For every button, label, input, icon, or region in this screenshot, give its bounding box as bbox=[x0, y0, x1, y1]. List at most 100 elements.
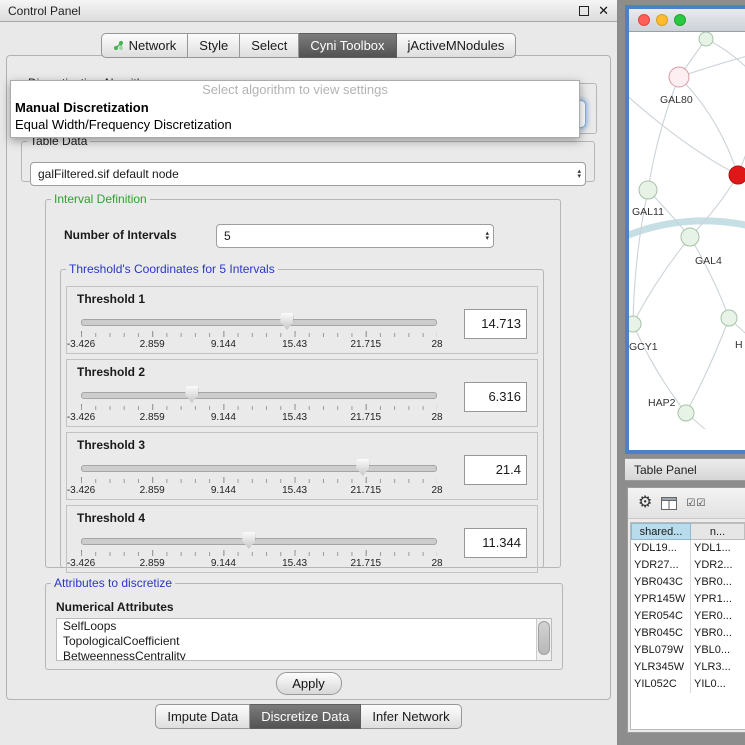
threshold-slider[interactable] bbox=[81, 315, 437, 329]
slider-thumb-icon[interactable] bbox=[242, 532, 255, 549]
network-node-label: GAL80 bbox=[660, 94, 693, 106]
apply-button[interactable]: Apply bbox=[276, 672, 342, 695]
tab-discretize-data[interactable]: Discretize Data bbox=[250, 704, 361, 729]
algorithm-option-equal-width-frequency-discretization[interactable]: Equal Width/Frequency Discretization bbox=[11, 116, 579, 133]
threshold-value-field[interactable]: 14.713 bbox=[464, 309, 527, 339]
column-header-name[interactable]: n... bbox=[691, 523, 745, 540]
scale-tick-label: 28 bbox=[431, 485, 442, 496]
attribute-item-selfloops[interactable]: SelfLoops bbox=[57, 619, 551, 634]
slider-thumb-icon[interactable] bbox=[280, 313, 293, 330]
tab-jactivemnodules[interactable]: jActiveMNodules bbox=[397, 33, 517, 58]
close-icon[interactable]: ✕ bbox=[598, 3, 609, 19]
table-cell: YBL0... bbox=[691, 642, 745, 659]
tab-infer-network[interactable]: Infer Network bbox=[361, 704, 461, 729]
node-table[interactable]: shared...n...YDL19...YDL1...YDR27...YDR2… bbox=[630, 522, 745, 730]
algorithm-option-manual-discretization[interactable]: Manual Discretization bbox=[11, 99, 579, 116]
table-row[interactable]: YER054CYER0... bbox=[631, 608, 745, 625]
slider-thumb-icon[interactable] bbox=[356, 459, 369, 476]
table-cell: YIL052C bbox=[631, 676, 691, 693]
stepper-icon: ▴ ▾ bbox=[485, 231, 489, 241]
thresholds-group: Threshold's Coordinates for 5 Intervals … bbox=[60, 262, 544, 568]
table-cell: YDL1... bbox=[691, 540, 745, 557]
control-panel-titlebar[interactable]: Control Panel ✕ bbox=[0, 0, 617, 22]
threshold-value-field[interactable]: 6.316 bbox=[464, 382, 527, 412]
table-row[interactable]: YBL079WYBL0... bbox=[631, 642, 745, 659]
table-row[interactable]: YLR345WYLR3... bbox=[631, 659, 745, 676]
network-node-label: GCY1 bbox=[629, 341, 658, 353]
threshold-slider[interactable] bbox=[81, 534, 437, 548]
table-data-select[interactable]: galFiltered.sif default node ▴ ▾ bbox=[30, 162, 586, 186]
interval-definition-label: Interval Definition bbox=[51, 192, 150, 206]
window-minimize-traffic-light-icon[interactable] bbox=[656, 14, 668, 26]
list-scrollbar[interactable] bbox=[536, 619, 551, 660]
table-cell: YIL0... bbox=[691, 676, 745, 693]
gear-icon[interactable]: ⚙ bbox=[638, 495, 652, 511]
table-row[interactable]: YBR043CYBR0... bbox=[631, 574, 745, 591]
table-cell: YDR27... bbox=[631, 557, 691, 574]
tab-network-label: Network bbox=[129, 38, 177, 53]
threshold-rows: Threshold 1-3.4262.8599.14415.4321.71528… bbox=[66, 286, 538, 578]
tab-select[interactable]: Select bbox=[240, 33, 299, 58]
table-cell: YLR3... bbox=[691, 659, 745, 676]
select-columns-icon[interactable]: ☑☑ bbox=[686, 498, 706, 509]
column-header-shared-name[interactable]: shared... bbox=[631, 523, 691, 540]
scale-tick-label: 15.43 bbox=[282, 339, 307, 350]
network-node[interactable] bbox=[699, 32, 713, 46]
threshold-row-4: Threshold 4-3.4262.8599.14415.4321.71528… bbox=[66, 505, 538, 573]
tab-style[interactable]: Style bbox=[188, 33, 240, 58]
threshold-value-field[interactable]: 21.4 bbox=[464, 455, 527, 485]
tab-impute-data[interactable]: Impute Data bbox=[155, 704, 250, 729]
network-node-gal4[interactable] bbox=[681, 228, 699, 246]
application-root: Control Panel ✕ Network StyleSelectCyni T… bbox=[0, 0, 745, 745]
float-window-icon[interactable] bbox=[579, 6, 589, 16]
table-row[interactable]: YDR27...YDR2... bbox=[631, 557, 745, 574]
network-node-hap2[interactable] bbox=[678, 405, 694, 421]
slider-scale: -3.4262.8599.14415.4321.71528 bbox=[81, 412, 437, 423]
tab-impute-data-label: Impute Data bbox=[167, 709, 238, 724]
slider-thumb-icon[interactable] bbox=[185, 386, 198, 403]
table-cell: YLR345W bbox=[631, 659, 691, 676]
network-node-gal11[interactable] bbox=[639, 181, 657, 199]
scale-tick-label: 9.144 bbox=[211, 339, 236, 350]
tab-cyni-toolbox[interactable]: Cyni Toolbox bbox=[299, 33, 396, 58]
network-tab-icon bbox=[113, 40, 124, 51]
threshold-slider[interactable] bbox=[81, 461, 437, 475]
top-tab-bar: Network StyleSelectCyni ToolboxjActiveMNo… bbox=[0, 33, 617, 58]
table-row[interactable]: YDL19...YDL1... bbox=[631, 540, 745, 557]
threshold-row-1: Threshold 1-3.4262.8599.14415.4321.71528… bbox=[66, 286, 538, 354]
table-row[interactable]: YPR145WYPR1... bbox=[631, 591, 745, 608]
scale-tick-label: -3.426 bbox=[67, 339, 95, 350]
window-close-traffic-light-icon[interactable] bbox=[638, 14, 650, 26]
number-of-intervals-label: Number of Intervals bbox=[64, 228, 177, 242]
scale-tick-label: 15.43 bbox=[282, 485, 307, 496]
checkbox-icon: ☑ bbox=[696, 498, 706, 509]
network-node-label: H bbox=[735, 339, 743, 351]
network-node-label: HAP2 bbox=[648, 397, 676, 409]
network-window-titlebar[interactable] bbox=[629, 9, 745, 32]
attribute-item-topologicalcoefficient[interactable]: TopologicalCoefficient bbox=[57, 634, 551, 649]
number-of-intervals-select[interactable]: 5 ▴ ▾ bbox=[216, 224, 494, 248]
slider-scale: -3.4262.8599.14415.4321.71528 bbox=[81, 558, 437, 569]
network-node-gal80[interactable] bbox=[669, 67, 689, 87]
table-row[interactable]: YIL052CYIL0... bbox=[631, 676, 745, 693]
threshold-value-field[interactable]: 11.344 bbox=[464, 528, 527, 558]
slider-track bbox=[81, 465, 437, 472]
network-node-gcy1[interactable] bbox=[629, 316, 641, 332]
window-zoom-traffic-light-icon[interactable] bbox=[674, 14, 686, 26]
scrollbar-thumb-icon[interactable] bbox=[538, 621, 550, 655]
slider-scale: -3.4262.8599.14415.4321.71528 bbox=[81, 339, 437, 350]
network-node-h[interactable] bbox=[721, 310, 737, 326]
threshold-label: Threshold 3 bbox=[77, 438, 145, 452]
numerical-attributes-list[interactable]: SelfLoopsTopologicalCoefficientBetweenne… bbox=[56, 618, 552, 661]
attribute-item-betweennesscentrality[interactable]: BetweennessCentrality bbox=[57, 649, 551, 661]
table-cell: YDL19... bbox=[631, 540, 691, 557]
scale-tick-label: 2.859 bbox=[140, 485, 165, 496]
scale-tick-label: 15.43 bbox=[282, 558, 307, 569]
network-node[interactable] bbox=[729, 166, 745, 184]
network-canvas[interactable]: GAL80GAL11GAL4GCY1HHAP2 bbox=[629, 32, 745, 429]
columns-icon[interactable] bbox=[661, 497, 677, 510]
window-buttons: ✕ bbox=[579, 3, 609, 19]
tab-network[interactable]: Network bbox=[101, 33, 189, 58]
threshold-slider[interactable] bbox=[81, 388, 437, 402]
table-row[interactable]: YBR045CYBR0... bbox=[631, 625, 745, 642]
